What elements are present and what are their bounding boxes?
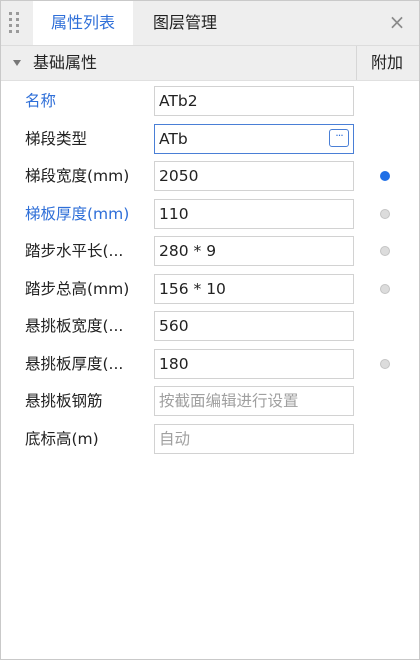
drag-handle-icon[interactable] bbox=[9, 12, 25, 34]
property-value-field[interactable]: 按截面编辑进行设置 bbox=[154, 386, 354, 416]
property-value-field[interactable]: ATb2 bbox=[154, 86, 354, 116]
property-label: 悬挑板钢筋 bbox=[25, 392, 103, 410]
group-title: 基础属性 bbox=[33, 53, 98, 72]
tab-property-list[interactable]: 属性列表 bbox=[33, 1, 133, 45]
property-value: ATb2 bbox=[159, 92, 198, 110]
group-header-basic-properties[interactable]: 基础属性 附加 bbox=[1, 46, 419, 81]
property-value-field[interactable]: 2050 bbox=[154, 161, 354, 191]
property-label: 悬挑板厚度(... bbox=[25, 354, 124, 373]
property-label: 底标高(m) bbox=[25, 429, 99, 448]
property-value: 560 bbox=[159, 317, 189, 335]
property-row: 底标高(m) 自动 bbox=[1, 423, 419, 455]
attach-toggle-off[interactable] bbox=[380, 283, 390, 294]
close-icon[interactable]: × bbox=[387, 12, 407, 32]
attach-toggle-on[interactable] bbox=[380, 171, 390, 181]
property-row: 梯段宽度(mm) 2050 bbox=[1, 160, 419, 192]
property-value-field[interactable]: 560 bbox=[154, 311, 354, 341]
property-label: 名称 bbox=[25, 92, 57, 110]
property-value: 156 * 10 bbox=[159, 279, 226, 298]
property-value-field[interactable]: 180 bbox=[154, 348, 354, 379]
property-value: 180 bbox=[159, 354, 189, 373]
collapse-caret-icon[interactable] bbox=[13, 60, 21, 66]
attach-toggle-off[interactable] bbox=[380, 358, 390, 369]
property-value-field[interactable]: ATb ··· bbox=[154, 123, 354, 154]
property-value: ATb bbox=[159, 129, 188, 148]
attach-toggle-off[interactable] bbox=[380, 208, 390, 219]
property-value-field[interactable]: 自动 bbox=[154, 423, 354, 454]
more-options-button[interactable]: ··· bbox=[329, 128, 349, 147]
property-value-field[interactable]: 280 * 9 bbox=[154, 236, 354, 266]
properties-panel: 属性列表 图层管理 × 基础属性 附加 名称 ATb2 梯段类型 ATb ··· 梯段宽度… bbox=[0, 0, 420, 660]
property-label: 梯段类型 bbox=[25, 129, 88, 148]
attach-column-header: 附加 bbox=[370, 53, 403, 72]
property-value: 280 * 9 bbox=[159, 242, 217, 260]
property-row: 悬挑板宽度(... 560 bbox=[1, 310, 419, 342]
property-value: 2050 bbox=[159, 167, 199, 185]
property-label: 悬挑板宽度(... bbox=[25, 317, 124, 335]
property-row: 梯板厚度(mm) 110 bbox=[1, 198, 419, 230]
property-row: 悬挑板厚度(... 180 bbox=[1, 348, 419, 380]
column-divider bbox=[356, 46, 357, 80]
property-label: 梯段宽度(mm) bbox=[25, 167, 130, 185]
attach-toggle-off[interactable] bbox=[380, 246, 390, 256]
tab-layer-management[interactable]: 图层管理 bbox=[135, 1, 235, 45]
property-value: 按截面编辑进行设置 bbox=[159, 392, 299, 410]
property-row: 踏步水平长(... 280 * 9 bbox=[1, 235, 419, 267]
property-label: 踏步总高(mm) bbox=[25, 279, 130, 298]
property-value-field[interactable]: 156 * 10 bbox=[154, 273, 354, 304]
property-value: 自动 bbox=[159, 429, 191, 448]
property-value: 110 bbox=[159, 204, 189, 223]
property-row: 名称 ATb2 bbox=[1, 85, 419, 117]
property-label: 梯板厚度(mm) bbox=[25, 204, 130, 223]
property-row: 梯段类型 ATb ··· bbox=[1, 123, 419, 155]
tab-bar: 属性列表 图层管理 × bbox=[1, 1, 419, 46]
property-label: 踏步水平长(... bbox=[25, 242, 124, 260]
property-row: 踏步总高(mm) 156 * 10 bbox=[1, 273, 419, 305]
property-value-field[interactable]: 110 bbox=[154, 198, 354, 229]
property-row: 悬挑板钢筋 按截面编辑进行设置 bbox=[1, 385, 419, 417]
